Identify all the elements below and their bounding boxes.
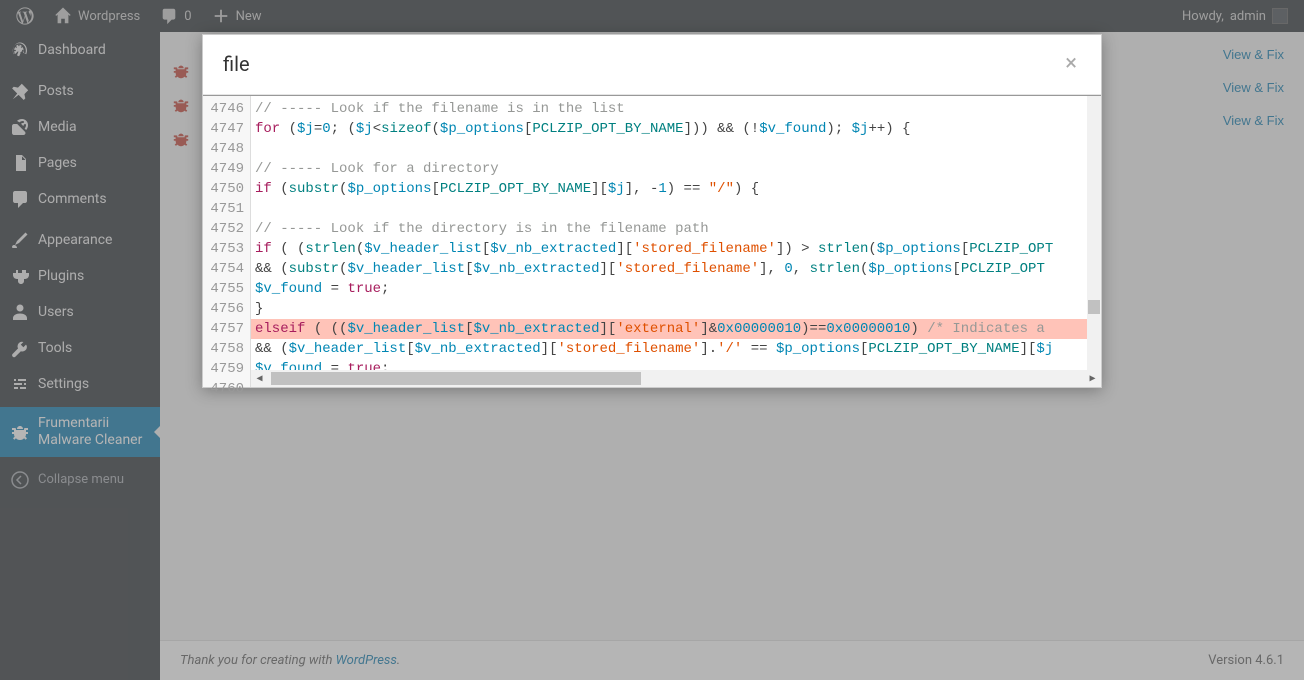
vertical-scrollbar[interactable]	[1087, 96, 1101, 370]
line-number: 4753	[203, 239, 250, 259]
code-editor[interactable]: 4746474747484749475047514752475347544755…	[203, 95, 1101, 387]
scroll-thumb[interactable]	[1088, 300, 1100, 314]
modal-overlay[interactable]: file × 474647474748474947504751475247534…	[0, 0, 1304, 680]
code-line[interactable]: for ($j=0; ($j<sizeof($p_options[PCLZIP_…	[251, 119, 1101, 139]
scroll-left-arrow[interactable]: ◀	[251, 370, 268, 387]
line-number: 4756	[203, 299, 250, 319]
code-line[interactable]: && ($v_header_list[$v_nb_extracted]['sto…	[251, 339, 1101, 359]
code-line[interactable]	[251, 139, 1101, 159]
scroll-right-arrow[interactable]: ▶	[1084, 370, 1101, 387]
close-icon[interactable]: ×	[1061, 51, 1081, 76]
horizontal-scrollbar[interactable]: ◀ ▶	[251, 370, 1101, 387]
line-number: 4748	[203, 139, 250, 159]
file-modal: file × 474647474748474947504751475247534…	[202, 34, 1102, 388]
code-line[interactable]	[251, 199, 1101, 219]
line-number: 4755	[203, 279, 250, 299]
line-number: 4747	[203, 119, 250, 139]
scroll-thumb[interactable]	[271, 372, 641, 385]
line-number: 4752	[203, 219, 250, 239]
line-number: 4750	[203, 179, 250, 199]
code-line[interactable]: if (substr($p_options[PCLZIP_OPT_BY_NAME…	[251, 179, 1101, 199]
code-line[interactable]: }	[251, 299, 1101, 319]
code-line[interactable]: elseif ( (($v_header_list[$v_nb_extracte…	[251, 319, 1101, 339]
line-number: 4746	[203, 99, 250, 119]
line-number: 4751	[203, 199, 250, 219]
code-line[interactable]: // ----- Look if the filename is in the …	[251, 99, 1101, 119]
modal-header: file ×	[203, 35, 1101, 95]
line-number: 4758	[203, 339, 250, 359]
line-number: 4749	[203, 159, 250, 179]
line-number: 4754	[203, 259, 250, 279]
code-line[interactable]: // ----- Look for a directory	[251, 159, 1101, 179]
code-line[interactable]: // ----- Look if the directory is in the…	[251, 219, 1101, 239]
code-area[interactable]: // ----- Look if the filename is in the …	[251, 96, 1101, 387]
modal-body: 4746474747484749475047514752475347544755…	[203, 95, 1101, 387]
code-line[interactable]: && (substr($v_header_list[$v_nb_extracte…	[251, 259, 1101, 279]
modal-title: file	[223, 52, 250, 76]
line-gutter: 4746474747484749475047514752475347544755…	[203, 96, 251, 387]
code-line[interactable]: if ( (strlen($v_header_list[$v_nb_extrac…	[251, 239, 1101, 259]
line-number: 4757	[203, 319, 250, 339]
line-number: 4759	[203, 359, 250, 379]
line-number: 4760	[203, 379, 250, 399]
code-line[interactable]: $v_found = true;	[251, 279, 1101, 299]
